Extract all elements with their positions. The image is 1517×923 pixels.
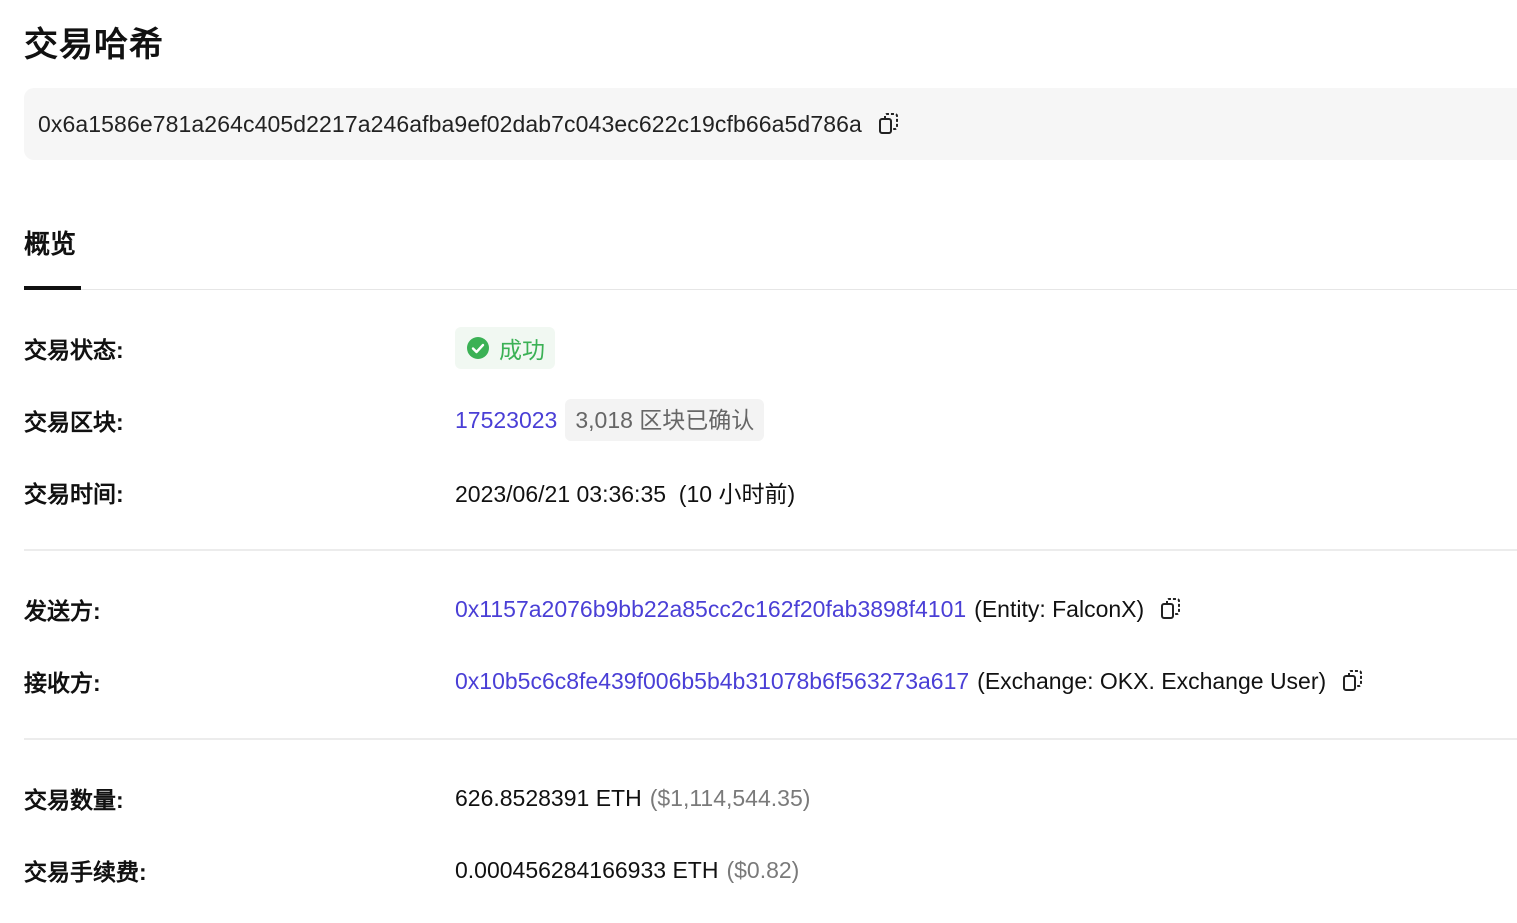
section-divider [24, 549, 1517, 551]
amount-usd-value: ($1,114,544.35) [649, 784, 811, 811]
transaction-hash-box: 0x6a1586e781a264c405d2217a246afba9ef02da… [24, 88, 1517, 160]
to-address-link[interactable]: 0x10b5c6c8fe439f006b5b4b31078b6f563273a6… [455, 668, 969, 695]
time-label: 交易时间: [24, 481, 124, 507]
check-circle-icon [467, 337, 489, 359]
copy-icon[interactable] [878, 112, 900, 136]
amount-label: 交易数量: [24, 787, 124, 813]
tab-overview[interactable]: 概览 [24, 224, 76, 264]
to-entity-tag: (Exchange: OKX. Exchange User) [977, 667, 1327, 694]
from-label: 发送方: [24, 598, 101, 624]
confirmations-badge: 3,018 区块已确认 [565, 399, 765, 441]
amount-row: 交易数量: 626.8528391 ETH ($1,114,544.35) [24, 778, 1517, 818]
from-address-link[interactable]: 0x1157a2076b9bb22a85cc2c162f20fab3898f41… [455, 596, 966, 623]
status-row: 交易状态: 成功 [24, 327, 1517, 369]
fee-usd-value: ($0.82) [726, 856, 800, 883]
tab-bar-divider [24, 289, 1517, 290]
block-label: 交易区块: [24, 409, 124, 435]
to-label: 接收方: [24, 670, 101, 696]
status-label: 交易状态: [24, 337, 124, 363]
tab-active-indicator [24, 286, 81, 290]
copy-icon[interactable] [1342, 669, 1364, 693]
page-title: 交易哈希 [24, 26, 164, 64]
status-text: 成功 [499, 337, 545, 363]
transaction-hash-value[interactable]: 0x6a1586e781a264c405d2217a246afba9ef02da… [38, 111, 862, 138]
copy-icon[interactable] [1160, 597, 1182, 621]
time-value: 2023/06/21 03:36:35 (10 小时前) [455, 481, 796, 507]
fee-row: 交易手续费: 0.000456284166933 ETH ($0.82) [24, 850, 1517, 890]
from-entity-tag: (Entity: FalconX) [974, 595, 1145, 622]
fee-label: 交易手续费: [24, 859, 147, 885]
time-row: 交易时间: 2023/06/21 03:36:35 (10 小时前) [24, 472, 1517, 512]
to-row: 接收方: 0x10b5c6c8fe439f006b5b4b31078b6f563… [24, 661, 1517, 701]
block-row: 交易区块: 17523023 3,018 区块已确认 [24, 399, 1517, 441]
fee-value: 0.000456284166933 ETH [455, 856, 719, 883]
status-badge: 成功 [455, 327, 555, 369]
amount-value: 626.8528391 ETH [455, 784, 642, 811]
transaction-detail-page: 交易哈希 0x6a1586e781a264c405d2217a246afba9e… [0, 0, 1517, 923]
section-divider [24, 738, 1517, 740]
from-row: 发送方: 0x1157a2076b9bb22a85cc2c162f20fab38… [24, 589, 1517, 629]
block-number-link[interactable]: 17523023 [455, 407, 557, 434]
